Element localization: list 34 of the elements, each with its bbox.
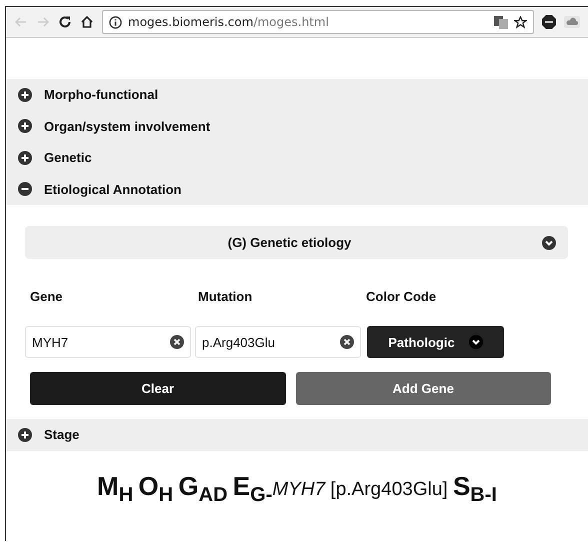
expand-icon[interactable] [18,88,32,102]
field-label: Color Code [366,289,438,304]
clear-icon[interactable] [170,335,184,349]
star-icon[interactable] [514,16,527,28]
field-label: Gene [30,289,64,304]
section-title[interactable]: Morpho-functional [44,87,158,102]
home-button[interactable] [80,15,94,29]
section-title[interactable]: Genetic [44,150,92,166]
field-label: Mutation [198,289,254,304]
classification-formula: M$_{H}$ O$_{H}$ G$_{AD}$ E$_{G-}$MYH7 [p.Arg403Glu] S$_{B-I}$ [97,470,497,506]
cloud-icon[interactable] [564,16,580,28]
info-icon[interactable] [109,16,122,28]
translate-icon[interactable] [494,16,508,28]
expand-icon[interactable] [18,119,32,134]
clear-icon[interactable] [340,335,354,349]
collapse-icon[interactable] [18,182,32,196]
expand-icon[interactable] [18,428,32,442]
url-host: moges.biomeris.com [128,15,254,29]
section-title[interactable]: Stage [44,427,80,442]
accordion-header[interactable]: (G) Genetic etiology [25,226,568,259]
section-title[interactable]: Etiological Annotation [44,182,182,197]
expand-icon[interactable] [18,150,32,165]
chevron-down-icon[interactable] [468,335,483,349]
stop-sign-icon[interactable] [542,15,556,29]
section-title[interactable]: Organ/system involvement [44,118,210,134]
clear-button[interactable]: Clear [30,372,286,405]
color-code-dropdown[interactable]: Pathologic [367,326,504,358]
add-gene-button[interactable]: Add Gene [296,372,551,405]
gene-field[interactable]: MYH7 [25,326,191,358]
url-path: /moges.html [253,15,329,29]
chevron-down-icon[interactable] [542,236,556,250]
address-bar[interactable]: moges.biomeris.com/moges.html [102,10,534,34]
reload-button[interactable] [58,15,72,29]
mutation-field[interactable]: p.Arg403Glu [195,326,361,358]
